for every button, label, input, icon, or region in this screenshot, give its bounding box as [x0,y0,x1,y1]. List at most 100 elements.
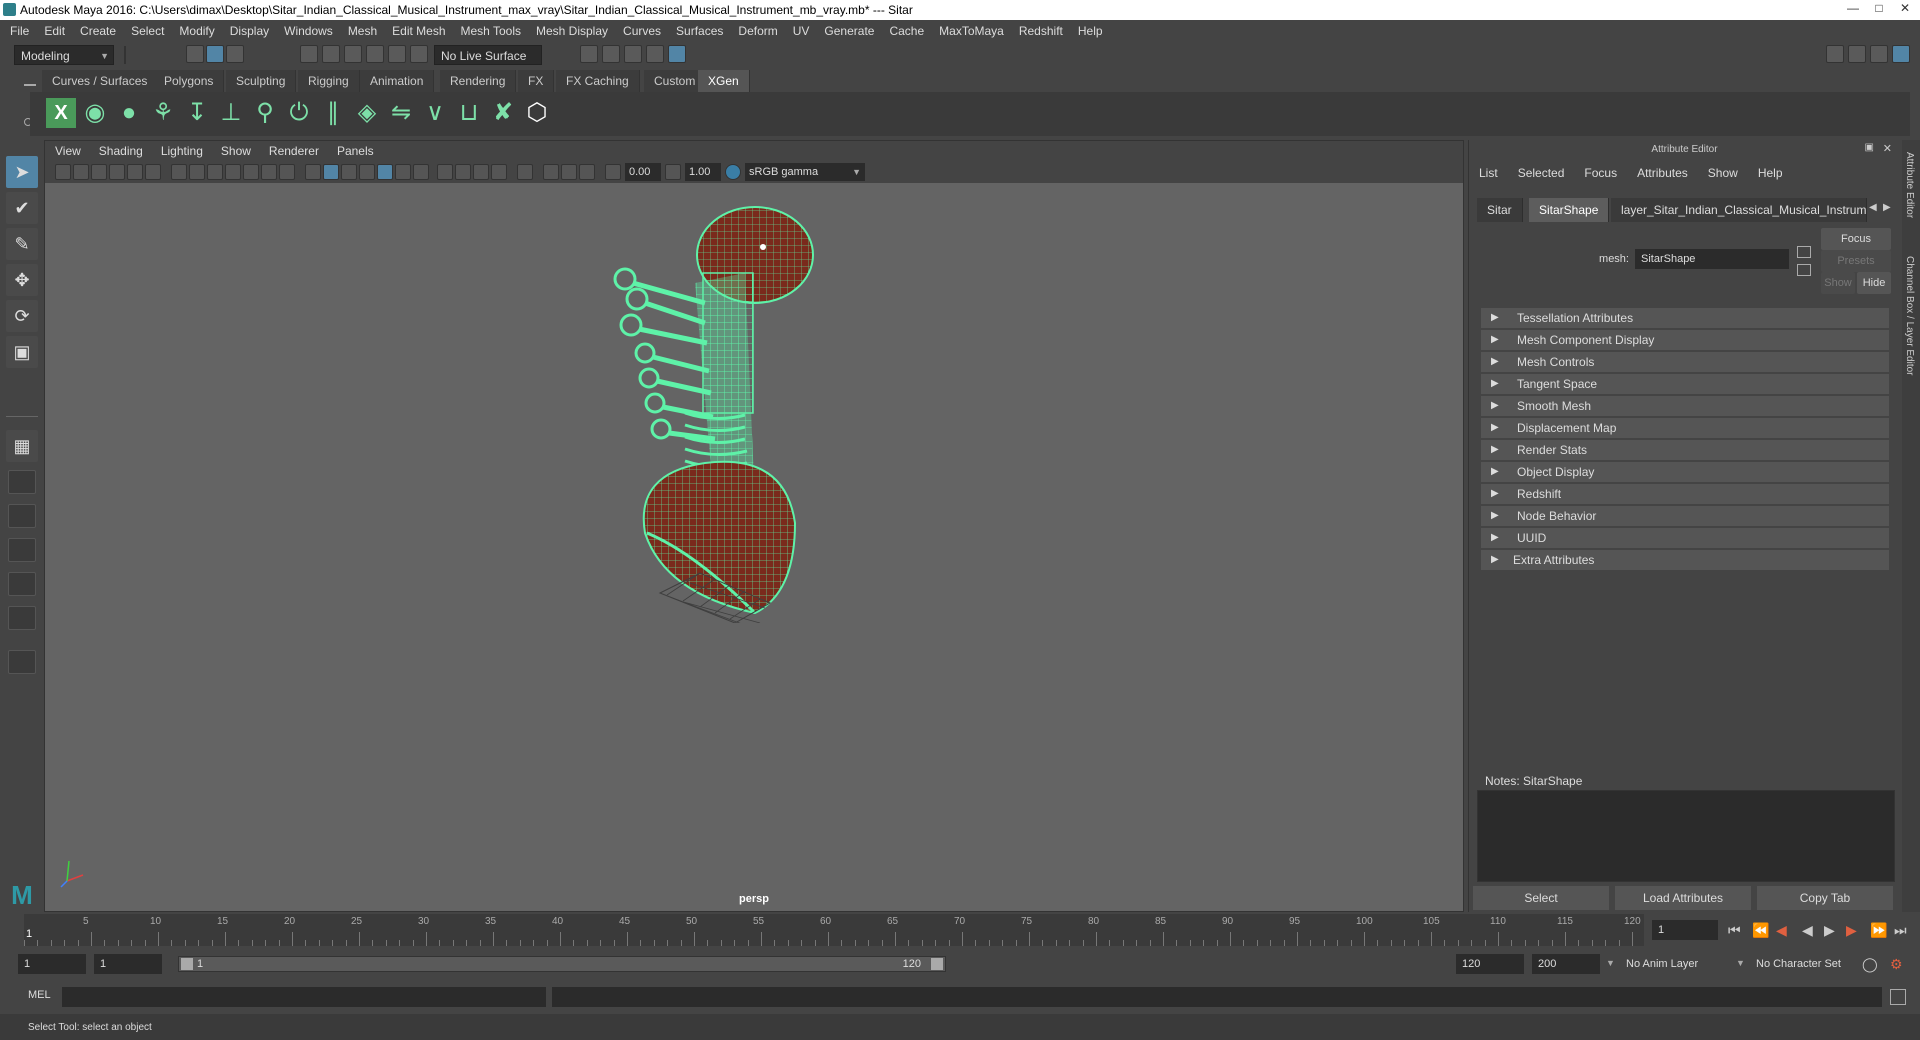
layout-options-icon[interactable] [8,650,36,674]
select-hierarchy-icon[interactable] [186,45,204,63]
command-input[interactable] [62,987,546,1007]
menu-edit[interactable]: Edit [44,24,65,38]
shadows-icon[interactable] [413,164,429,180]
select-component-icon[interactable] [226,45,244,63]
menu-edit-mesh[interactable]: Edit Mesh [392,24,445,38]
motion-blur-icon[interactable] [455,164,471,180]
camera-attributes-icon[interactable] [73,164,89,180]
resolution-gate-icon[interactable] [207,164,223,180]
section-render-stats[interactable]: ▶ Render Stats [1481,440,1889,460]
notes-textarea[interactable] [1477,790,1895,882]
exposure-icon[interactable] [605,164,621,180]
depth-of-field-icon[interactable] [491,164,507,180]
menu-display[interactable]: Display [230,24,269,38]
xray-components-icon[interactable] [561,164,577,180]
play-backwards-icon[interactable]: ◀ [1802,922,1813,939]
snap-grid-icon[interactable] [300,45,318,63]
ambient-occlusion-icon[interactable] [437,164,453,180]
side-tab-attribute-editor[interactable]: Attribute Editor [1904,152,1915,218]
maximize-button[interactable]: □ [1866,0,1892,18]
view-transform-dropdown[interactable]: sRGB gamma ▼ [745,163,865,181]
use-lights-icon[interactable] [395,164,411,180]
playback-end-field[interactable]: 120 [1456,954,1524,974]
safe-action-icon[interactable] [261,164,277,180]
menu-generate[interactable]: Generate [824,24,874,38]
menu-surfaces[interactable]: Surfaces [676,24,723,38]
2d-pan-icon[interactable] [145,164,161,180]
shelf-menu-icon[interactable] [24,84,36,86]
tab-layer[interactable]: layer_Sitar_Indian_Classical_Musical_Ins… [1611,198,1867,222]
animation-preferences-icon[interactable]: ⚙ [1890,956,1903,973]
single-pane-icon[interactable]: ▦ [6,430,38,462]
minimize-button[interactable]: — [1840,0,1866,18]
select-button[interactable]: Select [1473,886,1609,910]
menu-cache[interactable]: Cache [889,24,924,38]
ae-menu-focus[interactable]: Focus [1584,166,1617,180]
current-frame-field[interactable]: 1 [1652,920,1718,940]
ae-menu-list[interactable]: List [1479,166,1498,180]
vp-menu-renderer[interactable]: Renderer [269,144,319,158]
xray-joints-icon[interactable] [543,164,559,180]
xgen-comb-icon[interactable]: ∨ [420,98,450,128]
move-tool-icon[interactable]: ✥ [6,264,38,296]
snap-curve-icon[interactable] [322,45,340,63]
step-forward-key-icon[interactable]: ⏩ [1870,922,1887,939]
section-mesh-controls[interactable]: ▶ Mesh Controls [1481,352,1889,372]
anim-layer-dropdown[interactable]: No Anim Layer [1620,954,1736,974]
close-window-button[interactable]: ✕ [1892,0,1918,18]
channel-box-icon[interactable] [1892,45,1910,63]
isolate-select-icon[interactable] [517,164,533,180]
gate-mask-icon[interactable] [225,164,241,180]
menu-uv[interactable]: UV [793,24,810,38]
step-back-key-icon[interactable]: ⏪ [1752,922,1769,939]
xgen-layers-icon[interactable]: ◈ [352,98,382,128]
section-redshift[interactable]: ▶ Redshift [1481,484,1889,504]
safe-title-icon[interactable] [279,164,295,180]
section-uuid[interactable]: ▶ UUID [1481,528,1889,548]
xgen-lock-guide-icon[interactable]: ⏻ [284,98,314,128]
ae-menu-help[interactable]: Help [1758,166,1783,180]
show-button[interactable]: Show [1821,272,1855,294]
xgen-add-guide-icon[interactable]: ⊥ [216,98,246,128]
range-start-handle[interactable] [181,958,193,970]
vp-menu-lighting[interactable]: Lighting [161,144,203,158]
menu-redshift[interactable]: Redshift [1019,24,1063,38]
grid-icon[interactable] [171,164,187,180]
tab-fx-caching[interactable]: FX Caching [556,70,640,92]
section-smooth-mesh[interactable]: ▶ Smooth Mesh [1481,396,1889,416]
section-extra-attributes[interactable]: ▶ Extra Attributes [1481,550,1889,570]
select-node-icon[interactable] [1797,246,1811,258]
menu-deform[interactable]: Deform [738,24,777,38]
mesh-name-field[interactable]: SitarShape [1635,249,1789,269]
range-end-handle[interactable] [931,958,943,970]
section-tangent-space[interactable]: ▶ Tangent Space [1481,374,1889,394]
make-live-icon[interactable] [410,45,428,63]
tab-animation[interactable]: Animation [360,70,435,92]
section-node-behavior[interactable]: ▶ Node Behavior [1481,506,1889,526]
snap-surface-icon[interactable] [388,45,406,63]
menu-modify[interactable]: Modify [179,24,214,38]
menu-create[interactable]: Create [80,24,116,38]
paint-select-icon[interactable]: ✎ [6,228,38,260]
character-set-dropdown[interactable]: No Character Set [1750,954,1866,974]
xray-icon[interactable] [377,164,393,180]
field-chart-icon[interactable] [243,164,259,180]
tab-rendering[interactable]: Rendering [440,70,517,92]
copy-tab-button[interactable]: Copy Tab [1757,886,1893,910]
menu-curves[interactable]: Curves [623,24,661,38]
tab-sitarshape[interactable]: SitarShape [1529,198,1610,222]
tab-custom[interactable]: Custom [644,70,707,92]
tab-scroll-left-icon[interactable]: ◀ [1869,202,1877,213]
command-language-label[interactable]: MEL [28,989,51,1001]
menu-maxtomaya[interactable]: MaxToMaya [939,24,1004,38]
scene-end-field[interactable]: 200 [1532,954,1600,974]
outliner-layout-icon[interactable] [8,538,36,562]
viewport-persp[interactable]: View Shading Lighting Show Renderer Pane… [44,140,1464,912]
focus-button[interactable]: Focus [1821,228,1891,250]
gamma-field[interactable]: 1.00 [685,163,721,181]
render-view-icon[interactable] [580,45,598,63]
menu-mesh-tools[interactable]: Mesh Tools [461,24,521,38]
mode-dropdown[interactable]: Modeling ▼ [14,45,114,65]
close-icon[interactable]: ✕ [1883,142,1892,155]
snap-view-icon[interactable] [366,45,384,63]
